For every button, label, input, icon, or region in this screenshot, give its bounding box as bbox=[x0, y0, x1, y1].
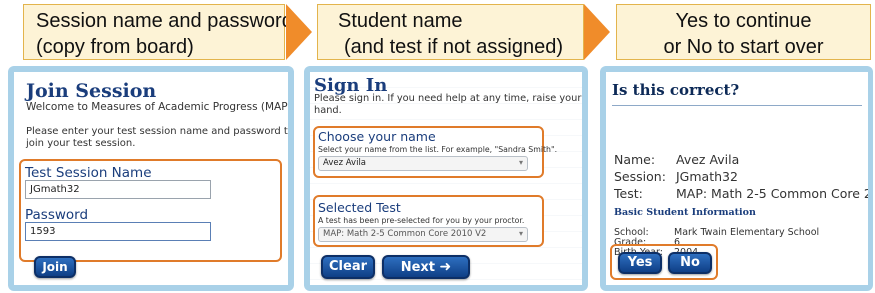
step1-header: Session name and password (copy from boa… bbox=[23, 4, 293, 60]
choose-name-hint: Select your name from the list. For exam… bbox=[318, 145, 558, 154]
yes-button[interactable]: Yes bbox=[618, 252, 662, 274]
instructions-line2: join your test session. bbox=[26, 138, 136, 149]
password-label: Password bbox=[25, 207, 89, 223]
confirm-divider-top bbox=[612, 105, 862, 106]
password-field[interactable]: 1593 bbox=[25, 222, 211, 241]
test-key: Test: bbox=[614, 186, 643, 201]
step3-header: Yes to continue or No to start over bbox=[616, 4, 871, 60]
session-key: Session: bbox=[614, 169, 666, 184]
name-key: Name: bbox=[614, 152, 656, 167]
session-name-field[interactable]: JGmath32 bbox=[25, 180, 211, 199]
clear-button[interactable]: Clear bbox=[321, 255, 375, 279]
no-button[interactable]: No bbox=[668, 252, 712, 274]
student-name-value: Avez Avila bbox=[323, 158, 367, 168]
selected-test-hint: A test has been pre-selected for you by … bbox=[318, 216, 525, 225]
name-value: Avez Avila bbox=[676, 152, 740, 167]
choose-name-label: Choose your name bbox=[318, 129, 436, 144]
instructions-line1: Please enter your test session name and … bbox=[26, 126, 288, 137]
test-value: MAP: Math 2-5 Common Core 2010 bbox=[676, 186, 868, 201]
join-session-title: Join Session bbox=[26, 80, 157, 102]
school-value: Mark Twain Elementary School bbox=[674, 227, 820, 238]
join-session-panel: Join Session Welcome to Measures of Acad… bbox=[14, 72, 288, 285]
basic-info-heading: Basic Student Information bbox=[614, 207, 756, 218]
step2-header: Student name (and test if not assigned) bbox=[317, 4, 584, 60]
welcome-text: Welcome to Measures of Academic Progress… bbox=[26, 101, 288, 113]
confirm-panel: Is this correct? Name: Avez Avila Sessio… bbox=[606, 72, 868, 285]
sign-in-intro-line1: Please sign in. If you need help at any … bbox=[314, 93, 582, 104]
chevron-down-icon: ▾ bbox=[518, 229, 523, 238]
step1-header-line2: (copy from board) bbox=[36, 36, 194, 58]
step1-arrow-icon bbox=[286, 4, 312, 60]
step1-header-line1: Session name and password bbox=[36, 10, 293, 32]
confirm-title: Is this correct? bbox=[612, 81, 740, 99]
next-button-label: Next bbox=[400, 260, 436, 275]
step2-header-line1: Student name bbox=[338, 10, 463, 32]
sign-in-panel: Sign In Please sign in. If you need help… bbox=[310, 72, 582, 285]
chevron-down-icon: ▾ bbox=[518, 158, 523, 167]
next-button[interactable]: Next ➜ bbox=[382, 255, 470, 279]
step3-header-line1: Yes to continue bbox=[675, 10, 812, 32]
step3-header-line2: or No to start over bbox=[663, 36, 824, 58]
sign-in-intro-line2: hand. bbox=[314, 105, 342, 116]
step2-header-line2: (and test if not assigned) bbox=[344, 36, 564, 58]
join-button[interactable]: Join bbox=[34, 256, 76, 278]
test-select-value: MAP: Math 2-5 Common Core 2010 V2 bbox=[323, 229, 487, 239]
selected-test-label: Selected Test bbox=[318, 200, 401, 215]
right-arrow-icon: ➜ bbox=[439, 259, 452, 275]
step2-arrow-icon bbox=[584, 4, 610, 60]
session-name-label: Test Session Name bbox=[25, 165, 152, 181]
test-select[interactable]: MAP: Math 2-5 Common Core 2010 V2 ▾ bbox=[318, 227, 528, 242]
session-value: JGmath32 bbox=[676, 169, 738, 184]
student-name-select[interactable]: Avez Avila ▾ bbox=[318, 156, 528, 171]
